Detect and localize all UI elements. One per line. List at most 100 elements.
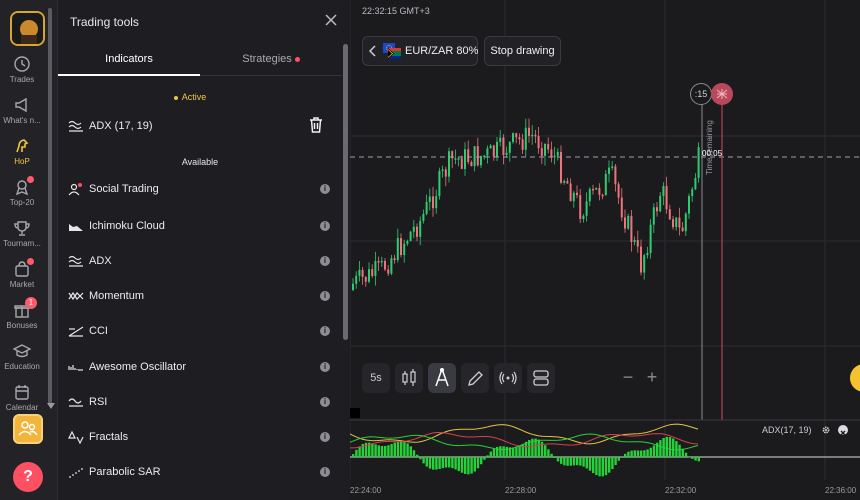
candle-body [540,148,543,156]
social-profile-button[interactable] [13,414,43,444]
histogram-bar [377,445,380,457]
indicator-row-ichimoku-cloud[interactable]: Ichimoku Cloud i [68,216,330,236]
pencil-button[interactable] [461,363,489,393]
candle-body [592,188,594,191]
candle-body [444,169,447,177]
candle-body [352,283,354,290]
candle-body [630,215,633,243]
histogram-bar [646,449,649,457]
histogram-bar [390,444,393,457]
indicator-label: Awesome Oscillator [89,361,186,373]
tab-indicators[interactable]: Indicators [58,44,200,76]
candle-body [524,127,527,150]
histogram-bar [476,457,480,469]
active-section-label: Active [181,92,207,102]
rail-item-calendar[interactable]: Calendar [0,383,44,412]
candle-body [572,192,575,202]
rail-item-bonuses[interactable]: 1 Bonuses [0,297,44,330]
adx-icon [68,255,83,267]
histogram-bar [371,443,374,457]
rail-scroll-down-icon[interactable] [47,403,55,409]
timeframe-button[interactable]: 5s [362,363,390,393]
info-icon[interactable]: i [320,397,330,407]
candle-body [640,246,642,273]
indicator-row-rsi[interactable]: RSI i [68,392,330,412]
panel-title: Trading tools [70,15,139,29]
user-avatar[interactable] [10,11,45,46]
indicator-row-awesome-oscillator[interactable]: Awesome Oscillator i [68,357,330,377]
histogram-bar [435,457,438,470]
histogram-bar [355,449,358,457]
candle-body [656,207,658,212]
histogram-bar [665,436,668,457]
gear-icon[interactable] [821,425,831,435]
remove-indicator-button[interactable] [838,425,848,436]
asset-selector-button[interactable]: EUR/ZAR 80% [362,36,478,66]
indicator-row-cci[interactable]: CCI i [68,321,330,341]
panel-scrollbar[interactable] [343,44,348,340]
info-icon[interactable]: i [320,326,330,336]
trophy-icon [14,221,30,236]
cci-icon [68,326,84,337]
layout-button[interactable] [527,363,555,393]
indicator-row-adx[interactable]: ADX i [68,251,330,271]
candle-body [544,143,546,156]
tab-strategies[interactable]: Strategies [200,44,342,76]
chart-type-button[interactable] [395,363,423,393]
rail-item-tournam[interactable]: Tournam... [0,219,44,248]
avatar-image [12,13,43,44]
rail-item-hop[interactable]: HoP [0,137,44,166]
info-icon[interactable]: i [320,467,330,477]
histogram-bar [393,442,396,457]
zoom-in-button[interactable]: + [642,368,662,388]
indicator-row-parabolic-sar[interactable]: Parabolic SAR i [68,462,330,482]
candle-body [473,146,476,167]
stop-drawing-button[interactable]: Stop drawing [484,36,561,66]
histogram-bar [652,445,656,457]
rail-item-trades[interactable]: Trades [0,55,44,84]
drawing-tools-button[interactable] [428,363,456,393]
indicator-row-fractals[interactable]: Fractals i [68,427,330,447]
zoom-out-button[interactable]: − [618,368,638,388]
price-chart[interactable]: 22:32:15 GMT+3 EUR/ZAR 80% Stop drawing … [350,0,860,500]
signals-button[interactable] [494,363,522,393]
candle-body [361,269,364,277]
checkered-flag-icon [716,89,728,99]
close-icon[interactable] [324,13,338,27]
rail-item-education[interactable]: Education [0,342,44,371]
rail-item-market[interactable]: Market [0,258,44,289]
rail-item-label: Tournam... [3,239,41,248]
info-icon[interactable]: i [320,291,330,301]
info-icon[interactable]: i [320,221,330,231]
active-indicator-row[interactable]: ADX (17, 19) [68,116,324,136]
histogram-bar [448,457,451,468]
candle-body [643,255,646,273]
candle-body [457,158,460,160]
info-icon[interactable]: i [320,256,330,266]
info-icon[interactable]: i [320,362,330,372]
candle-body [428,196,431,202]
help-button[interactable]: ? [13,462,43,492]
rail-item-what-s-n[interactable]: What's n... [0,96,44,125]
indicator-row-social-trading[interactable]: Social Trading i [68,179,330,199]
trash-icon[interactable] [308,116,324,134]
candle-body [492,145,495,157]
info-icon[interactable]: i [320,432,330,442]
candle-body [566,180,569,184]
info-icon[interactable]: i [320,184,330,194]
indicator-label: Social Trading [89,183,159,195]
ichimoku-icon [69,224,83,231]
candle-body [355,275,358,284]
histogram-bar [563,457,566,466]
indicator-row-momentum[interactable]: Momentum i [68,286,330,306]
rail-item-top-20[interactable]: Top-20 [0,176,44,207]
adx-icon [68,120,83,132]
histogram-bar [396,441,400,457]
candle-body [390,258,393,274]
clock-icon [14,56,30,72]
indicator-label: Ichimoku Cloud [89,220,165,232]
histogram-bar [627,451,630,457]
histogram-bar [614,457,617,465]
rail-scrollbar[interactable] [48,8,52,406]
histogram-bar [537,439,540,457]
